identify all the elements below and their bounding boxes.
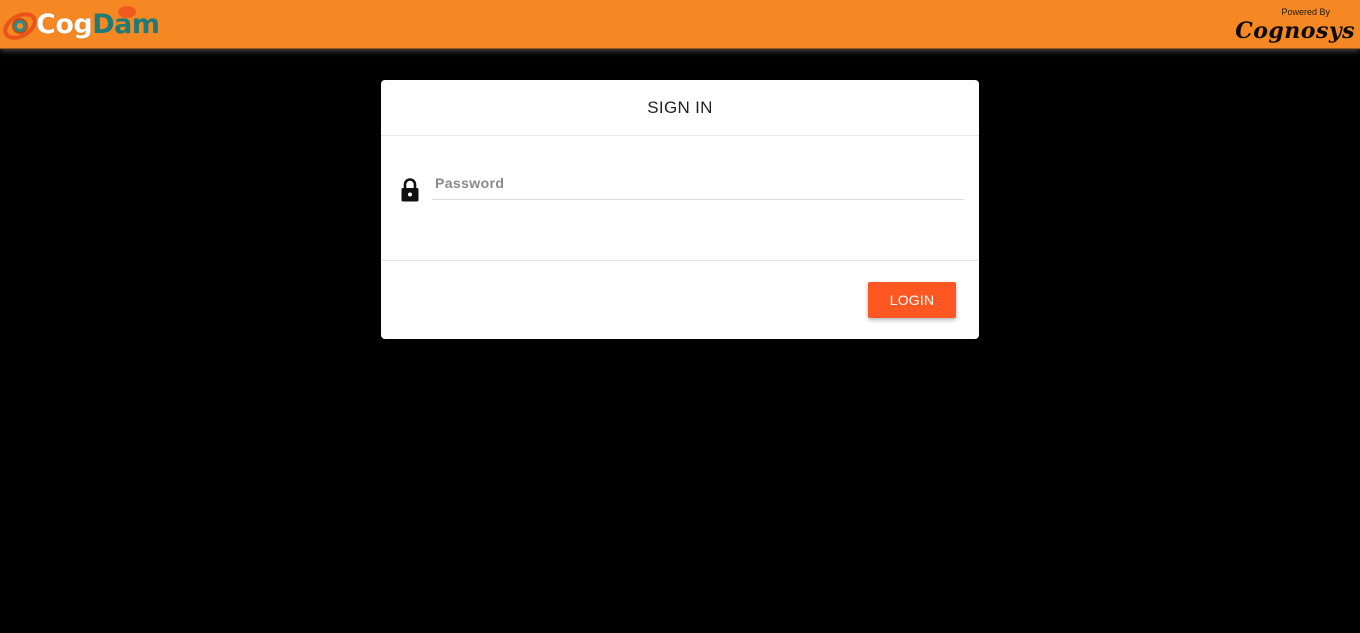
logo-text-cog: Cog	[36, 9, 93, 40]
signin-card-header: SIGN IN	[381, 80, 979, 136]
logo-text: CogDam	[36, 8, 160, 42]
password-input[interactable]	[432, 166, 964, 200]
logo-text-dam: Dam	[92, 9, 160, 40]
login-button[interactable]: LOGIN	[868, 282, 956, 318]
logo-cog-icon	[3, 12, 37, 40]
cognosys-brand: Cognosys	[1235, 18, 1355, 44]
signin-card-footer: LOGIN	[381, 261, 979, 339]
top-bar: CogDam Powered By Cognosys	[0, 0, 1360, 49]
signin-title: SIGN IN	[647, 98, 713, 117]
lock-icon	[401, 178, 419, 202]
powered-by-label: Powered By	[1281, 7, 1330, 17]
signin-card-body	[381, 136, 979, 261]
signin-card: SIGN IN LOGIN	[381, 80, 979, 339]
cogdam-logo[interactable]: CogDam	[2, 2, 172, 46]
